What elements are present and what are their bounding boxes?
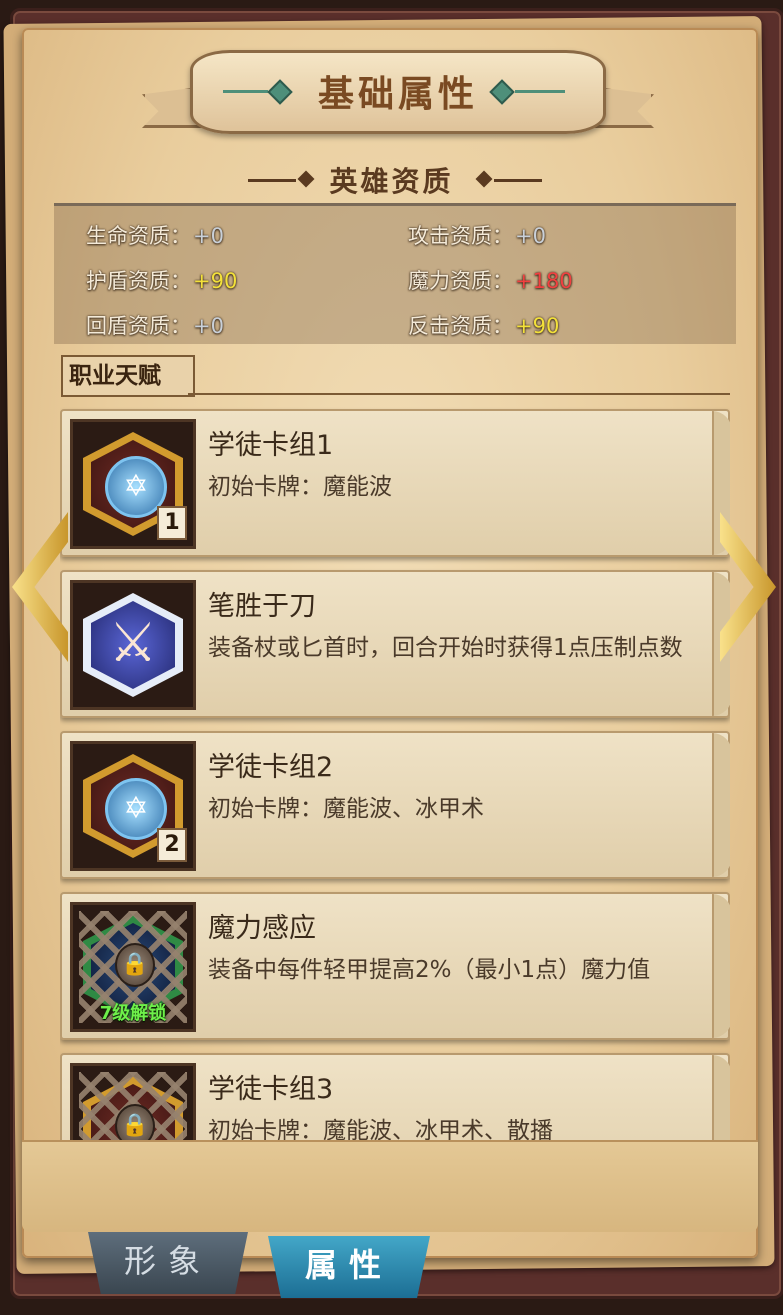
section-divider bbox=[188, 393, 730, 395]
talent-title: 笔胜于刀 bbox=[208, 591, 316, 622]
talent-desc: 装备中每件轻甲提高2%（最小1点）魔力值 bbox=[208, 957, 651, 983]
talent-icon-frame: 🔒 bbox=[70, 1063, 196, 1145]
aptitude-stats-panel: 生命资质：+0 攻击资质：+0 护盾资质：+90 魔力资质：+180 回盾资质：… bbox=[54, 203, 736, 344]
stat-label: 生命资质： bbox=[86, 224, 191, 248]
talent-card[interactable]: 🔒 7级解锁 魔力感应 装备中每件轻甲提高2%（最小1点）魔力值 bbox=[60, 892, 730, 1040]
talent-title: 魔力感应 bbox=[208, 913, 316, 944]
stat-value: +180 bbox=[515, 269, 573, 293]
aptitude-title: 英雄资质 bbox=[329, 165, 454, 198]
card-scroll-edge bbox=[712, 733, 730, 877]
talent-title: 学徒卡组1 bbox=[208, 430, 334, 461]
stat-hp: 生命资质：+0 bbox=[86, 220, 224, 250]
stat-counter: 反击资质：+90 bbox=[408, 310, 559, 340]
banner-ornament-line-right bbox=[515, 90, 565, 93]
tab-attributes[interactable]: 属性 bbox=[268, 1236, 430, 1298]
card-count-badge: 1 bbox=[157, 506, 187, 540]
stat-shield: 护盾资质：+90 bbox=[86, 265, 237, 295]
title-banner: 基础属性 bbox=[190, 50, 606, 134]
talent-card[interactable]: ✡ 2 学徒卡组2 初始卡牌：魔能波、冰甲术 bbox=[60, 731, 730, 879]
stat-value: +90 bbox=[515, 314, 560, 338]
lock-icon: 🔒 bbox=[115, 943, 155, 987]
talent-desc: 初始卡牌：魔能波 bbox=[208, 474, 392, 500]
talent-icon-frame: ⚔ bbox=[70, 580, 196, 710]
talent-desc: 装备杖或匕首时，回合开始时获得1点压制点数 bbox=[208, 635, 683, 661]
unlock-level-text: 7级解锁 bbox=[99, 1003, 167, 1024]
talent-title: 学徒卡组3 bbox=[208, 1074, 334, 1105]
talent-card[interactable]: ✡ 1 学徒卡组1 初始卡牌：魔能波 bbox=[60, 409, 730, 557]
talent-card[interactable]: ⚔ 笔胜于刀 装备杖或匕首时，回合开始时获得1点压制点数 bbox=[60, 570, 730, 718]
card-scroll-edge bbox=[712, 1055, 730, 1145]
talent-card[interactable]: 🔒 学徒卡组3 初始卡牌：魔能波、冰甲术、散播 bbox=[60, 1053, 730, 1145]
card-scroll-edge bbox=[712, 894, 730, 1038]
tab-appearance[interactable]: 形象 bbox=[88, 1232, 248, 1294]
subtitle-line-right bbox=[494, 179, 542, 182]
card-count-badge: 2 bbox=[157, 828, 187, 862]
talent-list[interactable]: ✡ 1 学徒卡组1 初始卡牌：魔能波 ⚔ 笔胜于刀 装备杖或匕首时，回合开始时获… bbox=[60, 405, 730, 1145]
talent-title: 学徒卡组2 bbox=[208, 752, 334, 783]
stat-value: +0 bbox=[193, 314, 224, 338]
stat-label: 护盾资质： bbox=[86, 269, 191, 293]
lock-icon: 🔒 bbox=[115, 1104, 155, 1145]
talent-desc: 初始卡牌：魔能波、冰甲术 bbox=[208, 796, 484, 822]
stat-label: 魔力资质： bbox=[408, 269, 513, 293]
stat-label: 回盾资质： bbox=[86, 314, 191, 338]
talent-icon-frame: ✡ 1 bbox=[70, 419, 196, 549]
stat-attack: 攻击资质：+0 bbox=[408, 220, 546, 250]
talent-icon-frame: ✡ 2 bbox=[70, 741, 196, 871]
stat-value: +0 bbox=[515, 224, 546, 248]
stat-label: 反击资质： bbox=[408, 314, 513, 338]
stat-shield-regen: 回盾资质：+0 bbox=[86, 310, 224, 340]
stat-value: +90 bbox=[193, 269, 238, 293]
talent-icon-frame: 🔒 7级解锁 bbox=[70, 902, 196, 1032]
stat-label: 攻击资质： bbox=[408, 224, 513, 248]
paper-bottom-curl bbox=[22, 1140, 758, 1232]
stat-value: +0 bbox=[193, 224, 224, 248]
talents-section-label: 职业天赋 bbox=[61, 355, 195, 397]
stat-mana: 魔力资质：+180 bbox=[408, 265, 573, 295]
crossed-swords-icon: ⚔ bbox=[83, 593, 183, 697]
